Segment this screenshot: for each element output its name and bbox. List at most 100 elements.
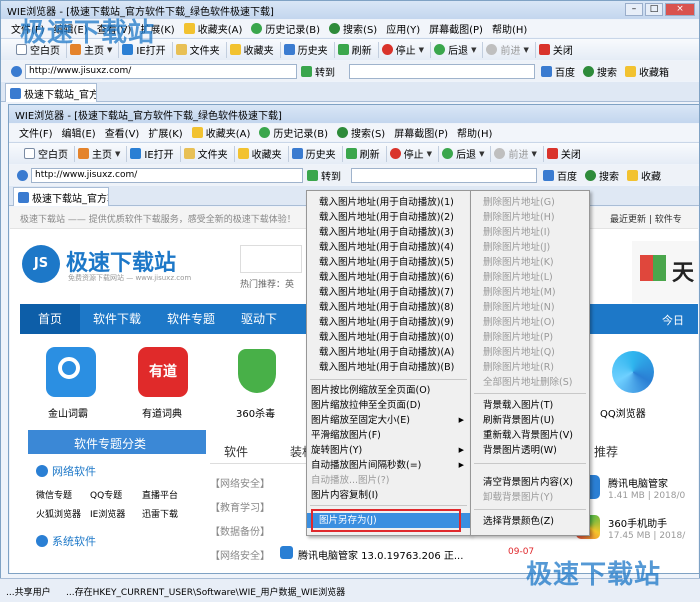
inner-goto-button[interactable]: 转到 [321, 168, 341, 183]
stop-button[interactable]: 停止 ▼ [379, 41, 432, 58]
ctx-autoplay-interval[interactable]: 自动播放图片间隔秒数(=) [307, 458, 470, 473]
menu-history[interactable]: 历史记录(B) [251, 21, 320, 36]
close-tab-button[interactable]: 关闭 [536, 42, 579, 58]
ctx-load-image-8[interactable]: 载入图片地址(用于自动播放)(8) [307, 300, 470, 315]
maximize-button[interactable]: □ [645, 3, 663, 16]
side-item-2-name[interactable]: 360手机助手 [608, 515, 667, 530]
inner-refresh-button[interactable]: 刷新 [343, 145, 387, 162]
refresh-button[interactable]: 刷新 [335, 41, 379, 58]
address-input[interactable]: http://www.jisuxz.com/ [25, 63, 297, 79]
inner-menu-history[interactable]: 历史记录(B) [259, 125, 328, 140]
youdao-dict-icon[interactable]: 有道 [138, 347, 188, 397]
ctx-load-image-4[interactable]: 载入图片地址(用于自动播放)(4) [307, 240, 470, 255]
baidu-link[interactable]: 百度 [555, 64, 575, 79]
ctx-bg-load-image[interactable]: 背景载入图片(T) [471, 398, 589, 413]
app-label-jinshan[interactable]: 金山词霸 [48, 405, 88, 420]
inner-menu-file[interactable]: 文件(F) [19, 125, 53, 140]
ctx-load-image-6[interactable]: 载入图片地址(用于自动播放)(6) [307, 270, 470, 285]
inner-favorites-button[interactable]: 收藏夹 [235, 145, 289, 162]
net-software-title[interactable]: 网络软件 [52, 463, 96, 479]
favorites-button[interactable]: 收藏夹 [227, 41, 281, 58]
ctx-load-image-7[interactable]: 载入图片地址(用于自动播放)(7) [307, 285, 470, 300]
ctx-load-image-9[interactable]: 载入图片地址(用于自动播放)(9) [307, 315, 470, 330]
ctx-clear-bg-image[interactable]: 清空背景图片内容(X) [471, 475, 589, 490]
inner-forward-button[interactable]: 前进 ▼ [491, 145, 544, 162]
folder-button[interactable]: 文件夹 [173, 41, 227, 58]
inner-blank-page-button[interactable]: 空白页 [21, 145, 75, 162]
net-link-live[interactable]: 直播平台 [142, 488, 178, 501]
inner-close-tab-button[interactable]: 关闭 [544, 146, 587, 162]
inner-tab-jisuxz[interactable]: 极速下载站_官方软 [13, 187, 109, 206]
inner-back-button[interactable]: 后退 ▼ [439, 145, 492, 162]
inner-search-link[interactable]: 搜索 [599, 168, 619, 183]
ctx-load-image-b[interactable]: 载入图片地址(用于自动播放)(B) [307, 360, 470, 375]
outer-tab-jisuxz[interactable]: 极速下载站_官方软 [5, 83, 97, 102]
ctx-fit-proportional[interactable]: 图片按比例缩放至全页面(O) [307, 383, 470, 398]
inner-folder-button[interactable]: 文件夹 [181, 145, 235, 162]
app-label-qq-browser[interactable]: QQ浏览器 [600, 405, 646, 420]
inner-search-input[interactable] [351, 167, 537, 183]
ctx-smooth-scale[interactable]: 平滑缩放图片(F) [307, 428, 470, 443]
bookmark-box-link[interactable]: 收藏箱 [639, 64, 669, 79]
inner-menu-extend[interactable]: 扩展(K) [148, 125, 182, 140]
nav-today[interactable]: 今日 [662, 312, 684, 328]
inner-address-input[interactable]: http://www.jisuxz.com/ [31, 167, 303, 183]
ctx-load-image-5[interactable]: 载入图片地址(用于自动播放)(5) [307, 255, 470, 270]
app-label-youdao[interactable]: 有道词典 [142, 405, 182, 420]
inner-menu-favorites[interactable]: 收藏夹(A) [191, 125, 250, 140]
inner-home-button[interactable]: 主页 ▼ [75, 145, 128, 162]
inner-ie-open-button[interactable]: IE打开 [127, 145, 181, 162]
nav-drivers[interactable]: 驱动下 [228, 304, 290, 334]
col-label-software[interactable]: 软件 [224, 443, 248, 460]
ctx-load-image-2[interactable]: 载入图片地址(用于自动播放)(2) [307, 210, 470, 225]
search-input[interactable] [349, 63, 535, 79]
ctx-choose-bg-color[interactable]: 选择背景颜色(Z) [471, 514, 589, 529]
history-folder-button[interactable]: 历史夹 [281, 41, 335, 58]
nav-topics[interactable]: 软件专题 [154, 304, 228, 334]
menu-favorites[interactable]: 收藏夹(A) [183, 21, 242, 36]
goto-button[interactable]: 转到 [315, 64, 335, 79]
360-antivirus-icon[interactable] [232, 347, 282, 397]
inner-bookmark-link[interactable]: 收藏 [641, 168, 661, 183]
ctx-bg-image-transparent[interactable]: 背景图片透明(W) [471, 443, 589, 458]
back-button[interactable]: 后退 ▼ [431, 41, 484, 58]
nav-home[interactable]: 首页 [20, 304, 81, 334]
forward-button[interactable]: 前进 ▼ [483, 41, 536, 58]
net-link-thunder[interactable]: 迅雷下载 [142, 507, 178, 520]
inner-baidu-link[interactable]: 百度 [557, 168, 577, 183]
system-software-title[interactable]: 系统软件 [52, 533, 96, 549]
minimize-button[interactable]: – [625, 3, 643, 16]
net-link-wechat[interactable]: 微信专题 [36, 488, 72, 501]
menu-screenshot[interactable]: 屏幕截图(P) [429, 21, 483, 36]
ctx-load-image-1[interactable]: 载入图片地址(用于自动播放)(1) [307, 195, 470, 210]
net-link-firefox[interactable]: 火狐浏览器 [36, 507, 81, 520]
ctx-bg-refresh-image[interactable]: 刷新背景图片(U) [471, 413, 589, 428]
site-logo-icon[interactable]: JS [22, 245, 60, 283]
inner-menu-screenshot[interactable]: 屏幕截图(P) [394, 125, 448, 140]
side-item-1-name[interactable]: 腾讯电脑管家 [608, 475, 668, 490]
inner-menu-help[interactable]: 帮助(H) [457, 125, 492, 140]
net-link-qq[interactable]: QQ专题 [90, 488, 122, 501]
inner-menu-edit[interactable]: 编辑(E) [62, 125, 96, 140]
ctx-fixed-size[interactable]: 图片缩放至固定大小(E) [307, 413, 470, 428]
jinshan-ciba-icon[interactable] [46, 347, 96, 397]
ctx-bg-reload-image[interactable]: 重新载入背景图片(V) [471, 428, 589, 443]
inner-menu-view[interactable]: 查看(V) [105, 125, 140, 140]
ctx-stretch-full[interactable]: 图片缩放拉伸至全页面(D) [307, 398, 470, 413]
site-top-right-links[interactable]: 最近更新 | 软件专 [610, 212, 682, 225]
close-window-button[interactable]: × [665, 3, 695, 16]
inner-stop-button[interactable]: 停止 ▼ [387, 145, 440, 162]
list-item-tencent-manager[interactable]: 腾讯电脑管家 13.0.19763.206 正... [298, 547, 463, 562]
site-search-box[interactable] [240, 245, 302, 273]
net-link-ie[interactable]: IE浏览器 [90, 507, 125, 520]
ctx-copy-image[interactable]: 图片内容复制(I) [307, 488, 470, 503]
nav-software[interactable]: 软件下载 [80, 304, 154, 334]
qq-browser-icon[interactable] [608, 347, 658, 397]
search-link[interactable]: 搜索 [597, 64, 617, 79]
ctx-load-image-0[interactable]: 载入图片地址(用于自动播放)(0) [307, 330, 470, 345]
menu-apps[interactable]: 应用(Y) [386, 21, 420, 36]
inner-menu-search[interactable]: 搜索(S) [337, 125, 385, 140]
ctx-rotate-image[interactable]: 旋转图片(Y) [307, 443, 470, 458]
menu-help[interactable]: 帮助(H) [492, 21, 527, 36]
menu-search[interactable]: 搜索(S) [329, 21, 377, 36]
